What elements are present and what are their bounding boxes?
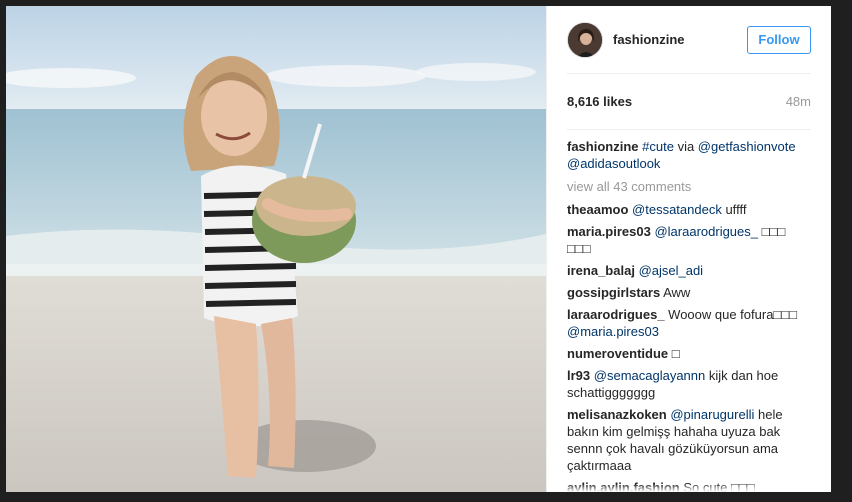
- comment-item: melisanazkoken @pinarugurelli hele bakın…: [567, 406, 811, 474]
- comment-mention[interactable]: @semacaglayannn: [594, 368, 705, 383]
- comment-text: Wooow que fofura□□□: [664, 307, 797, 322]
- post-timestamp[interactable]: 48m: [786, 94, 811, 109]
- post-photo[interactable]: [6, 6, 546, 492]
- comment-mention[interactable]: @tessatandeck: [632, 202, 722, 217]
- comment-mention[interactable]: @ajsel_adi: [639, 263, 704, 278]
- comment-text: □: [668, 346, 680, 361]
- caption-text: via: [673, 139, 698, 154]
- avatar[interactable]: [567, 21, 603, 58]
- post-caption: fashionzine #cute via @getfashionvote @a…: [567, 138, 811, 172]
- comment-item: theaamoo @tessatandeck uffff: [567, 201, 811, 218]
- comment-item: maria.pires03 @laraarodrigues_ □□□ □□□: [567, 223, 811, 257]
- beach-child-photo: [6, 6, 546, 492]
- comment-username[interactable]: laraarodrigues_: [567, 307, 665, 322]
- likes-row: 8,616 likes 48m: [567, 74, 811, 130]
- profile-photo-icon: [568, 22, 602, 57]
- comment-mention[interactable]: @laraarodrigues_: [654, 224, 758, 239]
- comment-username[interactable]: maria.pires03: [567, 224, 651, 239]
- comment-mention[interactable]: @maria.pires03: [567, 324, 659, 339]
- follow-button[interactable]: Follow: [747, 25, 811, 54]
- comment-username[interactable]: numeroventidue: [567, 346, 668, 361]
- caption-mention[interactable]: @getfashionvote: [698, 139, 796, 154]
- comment-text: uffff: [721, 202, 747, 217]
- caption-mention[interactable]: @adidasoutlook: [567, 156, 660, 171]
- caption-username[interactable]: fashionzine: [567, 139, 639, 154]
- post-author-username[interactable]: fashionzine: [613, 32, 747, 47]
- view-all-comments-link[interactable]: view all 43 comments: [567, 178, 811, 195]
- comment-item: numeroventidue □: [567, 345, 811, 362]
- comment-item: gossipgirlstars Aww: [567, 284, 811, 301]
- comment-username[interactable]: theaamoo: [567, 202, 628, 217]
- comments-list: fashionzine #cute via @getfashionvote @a…: [567, 138, 811, 492]
- post-sidebar: fashionzine Follow 8,616 likes 48m fashi…: [546, 6, 831, 492]
- post-header: fashionzine Follow: [567, 6, 811, 74]
- caption-hashtag[interactable]: #cute: [642, 139, 674, 154]
- likes-count[interactable]: 8,616 likes: [567, 94, 632, 109]
- comment-mention[interactable]: @pinarugurelli: [670, 407, 754, 422]
- comment-item: irena_balaj @ajsel_adi: [567, 262, 811, 279]
- comment-username[interactable]: gossipgirlstars: [567, 285, 660, 300]
- post-modal: fashionzine Follow 8,616 likes 48m fashi…: [6, 6, 831, 492]
- comment-text: Aww: [660, 285, 691, 300]
- comment-item: laraarodrigues_ Wooow que fofura□□□ @mar…: [567, 306, 811, 340]
- comment-username[interactable]: melisanazkoken: [567, 407, 667, 422]
- comment-item: lr93 @semacaglayannn kijk dan hoe schatt…: [567, 367, 811, 401]
- comment-username[interactable]: irena_balaj: [567, 263, 635, 278]
- comment-username[interactable]: lr93: [567, 368, 590, 383]
- comments-scroll-fade: [547, 484, 831, 492]
